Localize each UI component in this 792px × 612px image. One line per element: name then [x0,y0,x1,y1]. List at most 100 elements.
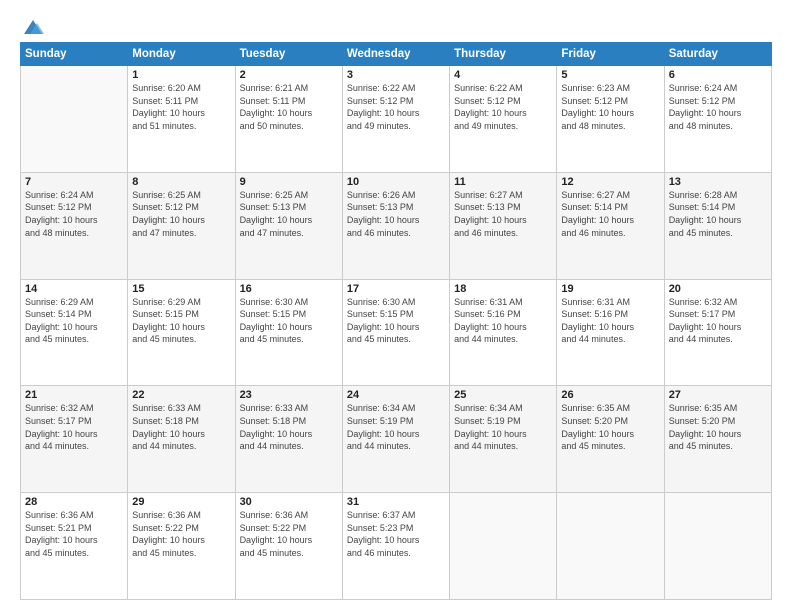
day-info: Sunrise: 6:30 AM Sunset: 5:15 PM Dayligh… [240,296,338,346]
day-info: Sunrise: 6:37 AM Sunset: 5:23 PM Dayligh… [347,509,445,559]
day-number: 21 [25,389,123,401]
logo-icon [22,18,44,36]
day-info: Sunrise: 6:35 AM Sunset: 5:20 PM Dayligh… [669,402,767,452]
day-number: 18 [454,283,552,295]
day-info: Sunrise: 6:26 AM Sunset: 5:13 PM Dayligh… [347,189,445,239]
calendar-cell [21,66,128,173]
calendar-cell: 27Sunrise: 6:35 AM Sunset: 5:20 PM Dayli… [664,386,771,493]
calendar-week-row: 7Sunrise: 6:24 AM Sunset: 5:12 PM Daylig… [21,172,772,279]
day-number: 11 [454,176,552,188]
calendar-cell: 26Sunrise: 6:35 AM Sunset: 5:20 PM Dayli… [557,386,664,493]
weekday-header-saturday: Saturday [664,43,771,66]
calendar-cell [664,493,771,600]
weekday-header-thursday: Thursday [450,43,557,66]
calendar-cell: 3Sunrise: 6:22 AM Sunset: 5:12 PM Daylig… [342,66,449,173]
day-info: Sunrise: 6:36 AM Sunset: 5:21 PM Dayligh… [25,509,123,559]
day-number: 4 [454,69,552,81]
day-info: Sunrise: 6:30 AM Sunset: 5:15 PM Dayligh… [347,296,445,346]
day-info: Sunrise: 6:25 AM Sunset: 5:12 PM Dayligh… [132,189,230,239]
day-number: 12 [561,176,659,188]
calendar-cell: 17Sunrise: 6:30 AM Sunset: 5:15 PM Dayli… [342,279,449,386]
day-info: Sunrise: 6:31 AM Sunset: 5:16 PM Dayligh… [561,296,659,346]
day-info: Sunrise: 6:25 AM Sunset: 5:13 PM Dayligh… [240,189,338,239]
calendar-cell: 11Sunrise: 6:27 AM Sunset: 5:13 PM Dayli… [450,172,557,279]
calendar-cell: 4Sunrise: 6:22 AM Sunset: 5:12 PM Daylig… [450,66,557,173]
day-number: 1 [132,69,230,81]
day-info: Sunrise: 6:28 AM Sunset: 5:14 PM Dayligh… [669,189,767,239]
calendar-cell: 24Sunrise: 6:34 AM Sunset: 5:19 PM Dayli… [342,386,449,493]
calendar-cell: 16Sunrise: 6:30 AM Sunset: 5:15 PM Dayli… [235,279,342,386]
day-info: Sunrise: 6:21 AM Sunset: 5:11 PM Dayligh… [240,82,338,132]
day-number: 17 [347,283,445,295]
day-number: 14 [25,283,123,295]
day-number: 20 [669,283,767,295]
calendar-cell: 8Sunrise: 6:25 AM Sunset: 5:12 PM Daylig… [128,172,235,279]
day-number: 6 [669,69,767,81]
day-info: Sunrise: 6:32 AM Sunset: 5:17 PM Dayligh… [669,296,767,346]
day-number: 5 [561,69,659,81]
day-info: Sunrise: 6:36 AM Sunset: 5:22 PM Dayligh… [240,509,338,559]
day-info: Sunrise: 6:29 AM Sunset: 5:15 PM Dayligh… [132,296,230,346]
calendar-cell: 20Sunrise: 6:32 AM Sunset: 5:17 PM Dayli… [664,279,771,386]
day-number: 13 [669,176,767,188]
calendar-cell: 19Sunrise: 6:31 AM Sunset: 5:16 PM Dayli… [557,279,664,386]
calendar-cell: 25Sunrise: 6:34 AM Sunset: 5:19 PM Dayli… [450,386,557,493]
day-number: 30 [240,496,338,508]
weekday-header-tuesday: Tuesday [235,43,342,66]
day-info: Sunrise: 6:27 AM Sunset: 5:14 PM Dayligh… [561,189,659,239]
day-info: Sunrise: 6:34 AM Sunset: 5:19 PM Dayligh… [347,402,445,452]
day-number: 23 [240,389,338,401]
calendar-cell: 9Sunrise: 6:25 AM Sunset: 5:13 PM Daylig… [235,172,342,279]
calendar-cell [450,493,557,600]
calendar-cell: 31Sunrise: 6:37 AM Sunset: 5:23 PM Dayli… [342,493,449,600]
calendar-cell: 12Sunrise: 6:27 AM Sunset: 5:14 PM Dayli… [557,172,664,279]
day-number: 3 [347,69,445,81]
calendar-cell: 18Sunrise: 6:31 AM Sunset: 5:16 PM Dayli… [450,279,557,386]
day-number: 8 [132,176,230,188]
day-info: Sunrise: 6:24 AM Sunset: 5:12 PM Dayligh… [669,82,767,132]
weekday-header-row: SundayMondayTuesdayWednesdayThursdayFrid… [21,43,772,66]
weekday-header-monday: Monday [128,43,235,66]
day-number: 22 [132,389,230,401]
calendar-week-row: 1Sunrise: 6:20 AM Sunset: 5:11 PM Daylig… [21,66,772,173]
day-number: 7 [25,176,123,188]
calendar-cell: 28Sunrise: 6:36 AM Sunset: 5:21 PM Dayli… [21,493,128,600]
weekday-header-friday: Friday [557,43,664,66]
day-info: Sunrise: 6:20 AM Sunset: 5:11 PM Dayligh… [132,82,230,132]
calendar-cell: 30Sunrise: 6:36 AM Sunset: 5:22 PM Dayli… [235,493,342,600]
calendar-cell: 15Sunrise: 6:29 AM Sunset: 5:15 PM Dayli… [128,279,235,386]
day-info: Sunrise: 6:29 AM Sunset: 5:14 PM Dayligh… [25,296,123,346]
calendar-cell: 10Sunrise: 6:26 AM Sunset: 5:13 PM Dayli… [342,172,449,279]
calendar-cell: 13Sunrise: 6:28 AM Sunset: 5:14 PM Dayli… [664,172,771,279]
calendar-week-row: 28Sunrise: 6:36 AM Sunset: 5:21 PM Dayli… [21,493,772,600]
calendar-cell: 5Sunrise: 6:23 AM Sunset: 5:12 PM Daylig… [557,66,664,173]
calendar-cell: 1Sunrise: 6:20 AM Sunset: 5:11 PM Daylig… [128,66,235,173]
page: SundayMondayTuesdayWednesdayThursdayFrid… [0,0,792,612]
day-info: Sunrise: 6:31 AM Sunset: 5:16 PM Dayligh… [454,296,552,346]
day-info: Sunrise: 6:36 AM Sunset: 5:22 PM Dayligh… [132,509,230,559]
header [20,18,772,32]
calendar-cell: 2Sunrise: 6:21 AM Sunset: 5:11 PM Daylig… [235,66,342,173]
day-info: Sunrise: 6:35 AM Sunset: 5:20 PM Dayligh… [561,402,659,452]
day-info: Sunrise: 6:24 AM Sunset: 5:12 PM Dayligh… [25,189,123,239]
calendar-cell: 7Sunrise: 6:24 AM Sunset: 5:12 PM Daylig… [21,172,128,279]
calendar-cell: 6Sunrise: 6:24 AM Sunset: 5:12 PM Daylig… [664,66,771,173]
day-number: 2 [240,69,338,81]
day-number: 26 [561,389,659,401]
calendar-cell: 14Sunrise: 6:29 AM Sunset: 5:14 PM Dayli… [21,279,128,386]
calendar-cell: 22Sunrise: 6:33 AM Sunset: 5:18 PM Dayli… [128,386,235,493]
day-number: 27 [669,389,767,401]
day-info: Sunrise: 6:27 AM Sunset: 5:13 PM Dayligh… [454,189,552,239]
day-number: 28 [25,496,123,508]
logo [20,18,44,32]
calendar-cell: 21Sunrise: 6:32 AM Sunset: 5:17 PM Dayli… [21,386,128,493]
day-info: Sunrise: 6:34 AM Sunset: 5:19 PM Dayligh… [454,402,552,452]
day-number: 25 [454,389,552,401]
day-number: 29 [132,496,230,508]
day-info: Sunrise: 6:22 AM Sunset: 5:12 PM Dayligh… [347,82,445,132]
day-number: 31 [347,496,445,508]
calendar-table: SundayMondayTuesdayWednesdayThursdayFrid… [20,42,772,600]
day-number: 10 [347,176,445,188]
day-number: 9 [240,176,338,188]
weekday-header-sunday: Sunday [21,43,128,66]
